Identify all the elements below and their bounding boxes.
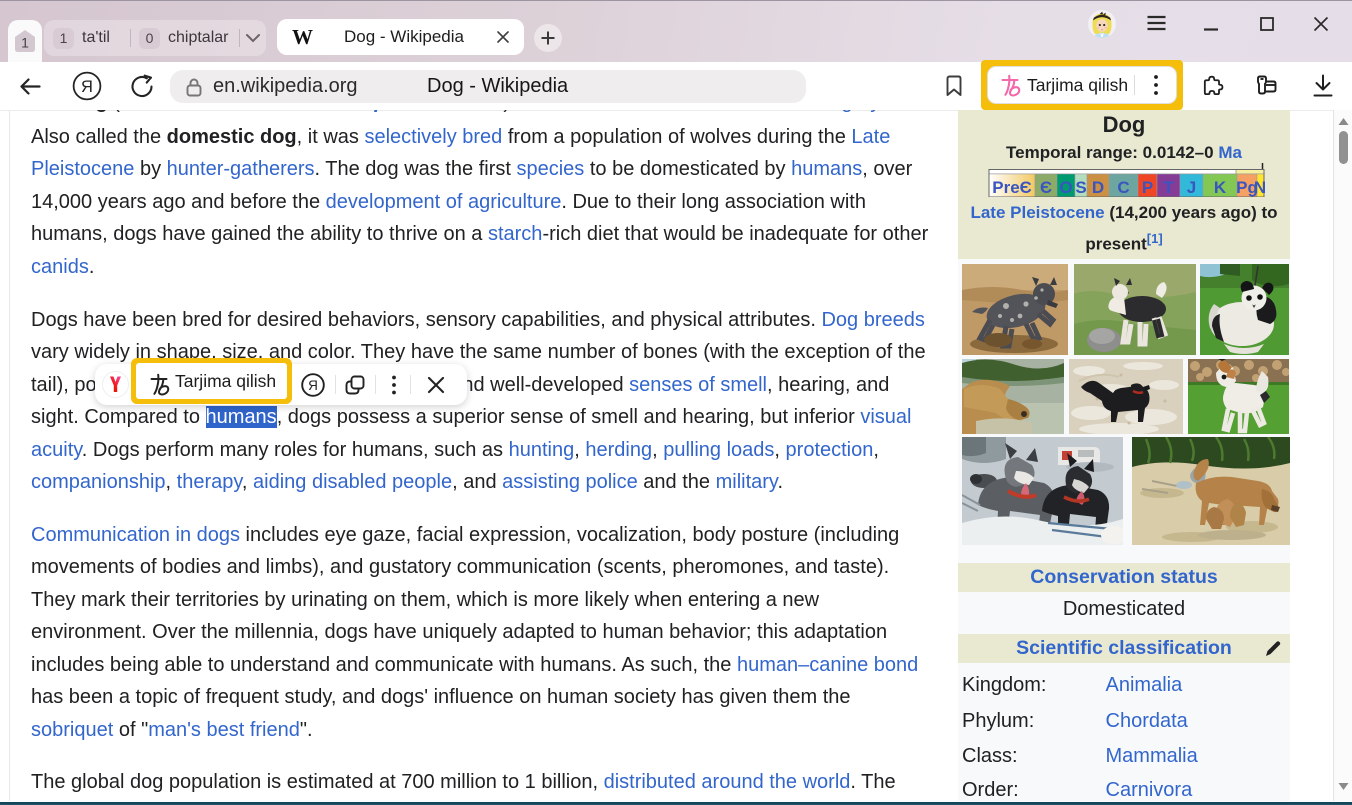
svg-text:D: D [1092,178,1104,197]
svg-text:C: C [1117,178,1129,197]
svg-text:1: 1 [21,35,29,51]
svg-text:Я: Я [308,378,318,393]
svg-text:K: K [1214,178,1227,197]
svg-text:T: T [1163,178,1174,197]
svg-text:O: O [1059,178,1072,197]
svg-text:P: P [1142,178,1153,197]
svg-text:Я: Я [81,78,93,96]
svg-text:Є: Є [1040,178,1052,197]
svg-text:J: J [1187,178,1196,197]
svg-text:PreЄ: PreЄ [992,178,1032,197]
svg-text:N: N [1254,178,1265,197]
svg-text:S: S [1075,178,1086,197]
